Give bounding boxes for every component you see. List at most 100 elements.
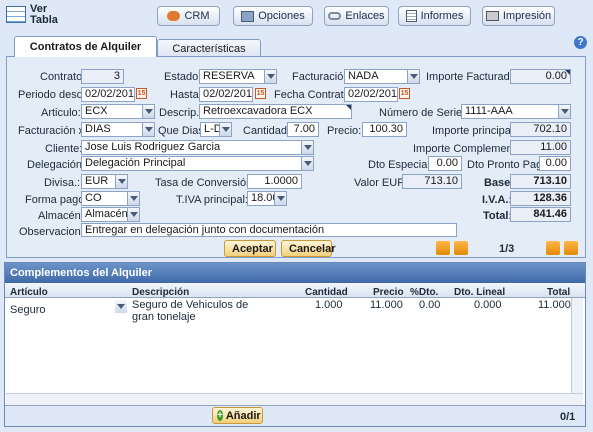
row-precio[interactable]: 11.000 — [370, 299, 403, 311]
chevron-down-icon[interactable] — [407, 70, 419, 83]
chevron-down-icon[interactable] — [115, 175, 127, 188]
estado-label: Estado: — [164, 71, 202, 83]
first-page-icon[interactable] — [436, 241, 450, 255]
periodo-field[interactable]: 02/02/2012 — [81, 87, 135, 102]
contrato-field[interactable]: 3 — [81, 69, 124, 84]
contrato-label: Contrato: — [40, 71, 86, 83]
hasta-field[interactable]: 02/02/2012 — [199, 87, 253, 102]
descrip-field[interactable]: Retroexcavadora ECX — [199, 104, 352, 119]
cantidad-field[interactable]: 7.00 — [287, 122, 319, 137]
tab-contratos[interactable]: Contratos de Alquiler — [14, 36, 157, 57]
almacen-label: Almacén: — [38, 210, 84, 222]
opciones-button[interactable]: Opciones — [233, 6, 313, 26]
cliente-select[interactable]: Jose Luis Rodriguez Garcia — [81, 140, 314, 155]
row-articulo[interactable]: Seguro — [10, 304, 45, 316]
precio-field[interactable]: 100.30 — [362, 122, 407, 137]
fecha-contrato-field[interactable]: 02/02/2012 — [344, 87, 398, 102]
almacen-select[interactable]: Almacén — [81, 207, 140, 222]
cliente-label: Cliente: — [45, 143, 83, 155]
facturacion-select[interactable]: NADA — [344, 69, 420, 84]
next-page-icon[interactable] — [546, 241, 560, 255]
col-dto-lineal: Dto. Lineal — [454, 287, 506, 298]
chevron-down-icon[interactable] — [142, 123, 154, 136]
valor-eur-label: Valor EUR: — [354, 177, 409, 189]
forma-pago-select[interactable]: CO — [81, 191, 140, 206]
serie-label: Número de Serie: — [379, 107, 466, 119]
calendar-icon[interactable]: 15 — [136, 88, 147, 99]
vertical-scrollbar[interactable] — [571, 298, 583, 394]
serie-select[interactable]: 1111-AAA — [461, 104, 571, 119]
chevron-down-icon[interactable] — [127, 192, 139, 205]
delegacion-select[interactable]: Delegación Principal — [81, 156, 314, 171]
chevron-down-icon[interactable] — [301, 141, 313, 154]
que-dias-select[interactable]: L-D — [200, 122, 232, 137]
estado-select[interactable]: RESERVA — [199, 69, 277, 84]
base-field: 713.10 — [510, 174, 571, 189]
informes-button[interactable]: Informes — [398, 6, 471, 26]
divisa-select[interactable]: EUR — [81, 174, 128, 189]
hasta-label: Hasta: — [170, 89, 202, 101]
anadir-button[interactable]: + Añadir — [212, 407, 263, 424]
chevron-down-icon[interactable] — [219, 123, 231, 136]
col-dto: %Dto. — [410, 287, 439, 298]
importe-principal-label: Importe principal: — [432, 125, 517, 137]
chevron-down-icon[interactable] — [301, 157, 313, 170]
row-articulo-dropdown[interactable] — [115, 300, 127, 313]
calendar-icon[interactable]: 15 — [255, 88, 266, 99]
tasa-field[interactable]: 1.0000 — [247, 174, 302, 189]
last-page-icon[interactable] — [564, 241, 578, 255]
facturacion-x-select[interactable]: DIAS — [81, 122, 155, 137]
importe-principal-field: 702.10 — [510, 122, 571, 137]
help-icon[interactable]: ? — [574, 36, 587, 49]
chevron-down-icon[interactable] — [127, 208, 139, 221]
row-cantidad[interactable]: 1.000 — [315, 299, 343, 311]
cantidad-label: Cantidad: — [243, 125, 291, 137]
tiva-select[interactable]: 18.00 — [247, 191, 287, 206]
row-dto[interactable]: 0.00 — [419, 299, 440, 311]
calendar-icon[interactable]: 15 — [399, 88, 410, 99]
divisa-label: Divisa.: — [44, 177, 81, 189]
grid-icon — [6, 6, 26, 23]
chevron-down-icon — [115, 300, 127, 313]
crm-button[interactable]: CRM — [157, 6, 220, 26]
col-articulo: Artículo — [10, 287, 48, 298]
horizontal-scrollbar[interactable] — [6, 393, 583, 405]
ver-tabla-label: Ver Tabla — [30, 3, 58, 26]
impresion-button[interactable]: Impresión — [482, 6, 555, 26]
row-dto-lineal[interactable]: 0.000 — [474, 299, 502, 311]
tasa-label: Tasa de Conversión: — [155, 177, 256, 189]
row-total[interactable]: 11.000 — [538, 299, 571, 311]
iva-label: I.V.A.: — [482, 194, 513, 206]
cancelar-button[interactable]: Cancelar — [281, 240, 335, 257]
forma-pago-label: Forma pago: — [25, 194, 88, 206]
chevron-down-icon[interactable] — [264, 70, 276, 83]
complementos-title: Complementos del Alquiler — [10, 267, 153, 279]
facturacion-x-label: Facturación x: — [18, 125, 88, 137]
articulo-select[interactable]: ECX — [81, 104, 155, 119]
chevron-down-icon[interactable] — [274, 192, 286, 205]
aceptar-button[interactable]: Aceptar — [224, 240, 276, 257]
col-precio: Precio — [373, 287, 404, 298]
dto-especial-field[interactable]: 0.00 — [428, 156, 462, 171]
importe-facturado-label: Importe Facturado: — [426, 71, 519, 83]
dto-pronto-field[interactable]: 0.00 — [539, 156, 571, 171]
tiva-label: T.IVA principal: — [176, 194, 248, 206]
row-descripcion[interactable]: Seguro de Vehiculos de gran tonelaje — [132, 299, 254, 323]
importe-facturado-field[interactable]: 0.00 — [510, 69, 571, 84]
total-field: 841.46 — [510, 207, 571, 222]
col-descripcion: Descripción — [132, 287, 190, 298]
delegacion-label: Delegación: — [27, 159, 86, 171]
chevron-down-icon[interactable] — [558, 105, 570, 118]
enlaces-button[interactable]: Enlaces — [324, 6, 389, 26]
importe-complementos-field: 11.00 — [510, 140, 571, 155]
precio-label: Precio: — [327, 125, 362, 137]
chevron-down-icon[interactable] — [142, 105, 154, 118]
ver-tabla-button[interactable]: Ver Tabla — [4, 3, 70, 29]
link-icon — [328, 12, 342, 20]
options-icon — [241, 10, 255, 22]
valor-eur-field: 713.10 — [402, 174, 462, 189]
prev-page-icon[interactable] — [454, 241, 468, 255]
descrip-label: Descrip.: — [159, 107, 203, 119]
fecha-contrato-label: Fecha Contrato: — [274, 89, 353, 101]
observaciones-field[interactable]: Entregar en delegación junto con documen… — [81, 223, 457, 237]
